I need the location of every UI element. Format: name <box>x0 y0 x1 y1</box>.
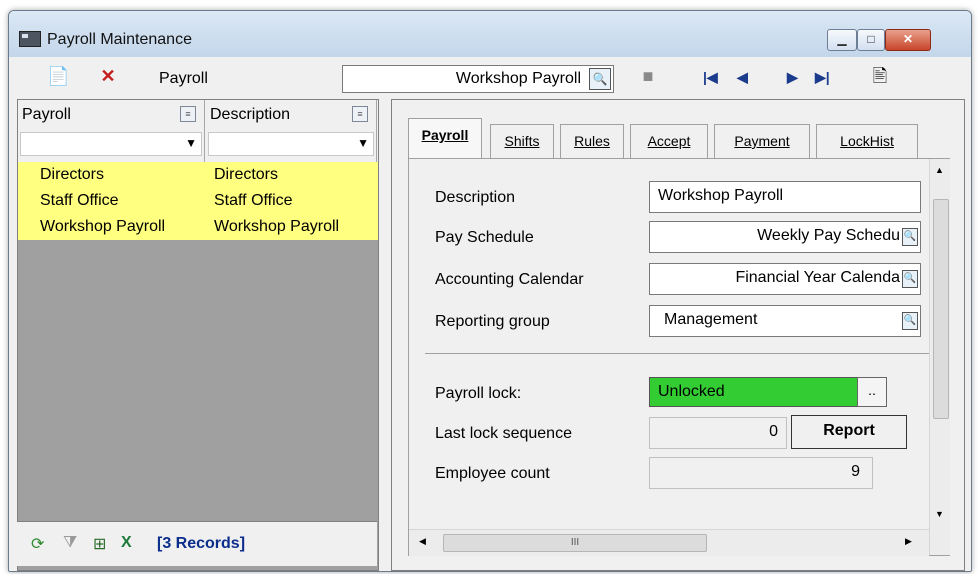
reporting-group-field[interactable]: Management 🔍 <box>649 305 921 337</box>
next-record-icon[interactable]: ▶ <box>787 69 798 86</box>
previous-record-icon[interactable]: ◀ <box>737 69 748 86</box>
payroll-lock-value: Unlocked <box>658 383 725 400</box>
description-filter[interactable]: ▼ <box>208 132 374 156</box>
excel-export-icon[interactable]: X <box>121 534 132 552</box>
row-payroll: Directors <box>40 166 105 183</box>
row-payroll: Staff Office <box>40 192 119 209</box>
close-window-button[interactable]: ✕ <box>885 29 931 51</box>
scroll-down-icon[interactable]: ▼ <box>935 509 944 519</box>
filter-icon[interactable]: ⧩ <box>63 534 77 552</box>
save-icon[interactable]: ■ <box>637 65 659 87</box>
report-icon[interactable]: 🖹 <box>869 65 891 87</box>
column-description[interactable]: Description ≡ ▼ <box>206 100 377 162</box>
app-icon <box>19 31 41 47</box>
delete-icon[interactable]: ✕ <box>97 65 119 87</box>
payroll-detail-pane: Payroll Shifts Rules Accept Payment Lock… <box>391 99 965 571</box>
title-bar: Payroll Maintenance ▁ □ ✕ <box>9 11 971 57</box>
payroll-selector-value: Workshop Payroll <box>455 70 581 87</box>
divider <box>425 353 931 354</box>
tab-accept[interactable]: Accept <box>630 124 708 159</box>
tab-shifts[interactable]: Shifts <box>490 124 554 159</box>
payroll-lock-button[interactable]: .. <box>857 377 887 407</box>
pay-schedule-label: Pay Schedule <box>435 229 534 246</box>
minimize-button[interactable]: ▁ <box>827 29 857 51</box>
tab-lockhist[interactable]: LockHist <box>816 124 918 159</box>
table-row[interactable]: Staff Office Staff Office <box>18 188 378 214</box>
lookup-icon[interactable]: 🔍 <box>902 228 918 246</box>
employee-count-value: 9 <box>851 463 860 480</box>
hierarchy-icon[interactable]: ⊞ <box>93 534 106 554</box>
horizontal-scrollbar[interactable]: ◀ III ▶ <box>409 529 929 556</box>
chevron-down-icon[interactable]: ▼ <box>185 136 197 150</box>
column-description-label: Description <box>210 106 291 123</box>
row-payroll: Workshop Payroll <box>40 218 166 235</box>
reporting-group-label: Reporting group <box>435 313 550 330</box>
tab-payment[interactable]: Payment <box>714 124 810 159</box>
row-description: Directors <box>214 166 279 183</box>
accounting-calendar-label: Accounting Calendar <box>435 271 584 288</box>
lookup-icon[interactable]: 🔍 <box>589 68 611 90</box>
last-record-icon[interactable]: ▶| <box>815 69 830 86</box>
payroll-tab-panel: Description Workshop Payroll Pay Schedul… <box>408 158 950 556</box>
column-options-icon[interactable]: ≡ <box>180 106 196 122</box>
maximize-button[interactable]: □ <box>857 29 885 51</box>
horizontal-scroll-thumb[interactable]: III <box>443 534 707 552</box>
employee-count-label: Employee count <box>435 465 550 482</box>
toolbar: 📄 ✕ Payroll Workshop Payroll 🔍 ■ |◀ ◀ ▶ … <box>9 57 971 97</box>
scroll-left-icon[interactable]: ◀ <box>419 536 426 547</box>
table-row[interactable]: Workshop Payroll Workshop Payroll <box>18 214 378 240</box>
description-label: Description <box>435 189 516 206</box>
payroll-selector[interactable]: Workshop Payroll 🔍 <box>342 65 614 93</box>
scroll-up-icon[interactable]: ▲ <box>935 165 944 175</box>
vertical-scrollbar[interactable]: ▲ ▼ <box>929 159 950 555</box>
vertical-scroll-thumb[interactable] <box>933 199 949 419</box>
grid-status-bar: ⟳ ⧩ ⊞ X [3 Records] <box>17 521 377 566</box>
table-row[interactable]: Directors Directors <box>18 162 378 188</box>
new-record-icon[interactable]: 📄 <box>47 65 69 87</box>
refresh-icon[interactable]: ⟳ <box>31 534 44 554</box>
accounting-calendar-value: Financial Year Calenda <box>735 269 900 286</box>
employee-count-field: 9 <box>649 457 873 489</box>
reporting-group-value: Management <box>664 311 758 328</box>
pay-schedule-field[interactable]: Weekly Pay Schedu 🔍 <box>649 221 921 253</box>
payroll-lock-label: Payroll lock: <box>435 385 522 402</box>
lookup-icon[interactable]: 🔍 <box>902 270 918 288</box>
chevron-down-icon[interactable]: ▼ <box>357 136 369 150</box>
accounting-calendar-field[interactable]: Financial Year Calenda 🔍 <box>649 263 921 295</box>
scroll-right-icon[interactable]: ▶ <box>905 536 912 547</box>
tab-rules[interactable]: Rules <box>560 124 624 159</box>
grid-rows: Directors Directors Staff Office Staff O… <box>18 162 378 240</box>
column-options-icon[interactable]: ≡ <box>352 106 368 122</box>
row-description: Workshop Payroll <box>214 218 340 235</box>
payroll-filter[interactable]: ▼ <box>20 132 202 156</box>
toolbar-payroll-label: Payroll <box>159 70 208 87</box>
column-payroll-label: Payroll <box>22 106 71 123</box>
payroll-maintenance-window: Payroll Maintenance ▁ □ ✕ 📄 ✕ Payroll Wo… <box>8 10 972 572</box>
column-payroll[interactable]: Payroll ≡ ▼ <box>18 100 205 162</box>
tab-payroll[interactable]: Payroll <box>408 118 482 161</box>
payroll-lock-status: Unlocked <box>649 377 871 407</box>
record-count: [3 Records] <box>157 535 246 552</box>
last-lock-sequence-label: Last lock sequence <box>435 425 572 442</box>
last-lock-sequence-value: 0 <box>769 423 778 440</box>
last-lock-sequence-field: 0 <box>649 417 787 449</box>
grid-header: Payroll ≡ ▼ Description ≡ ▼ <box>18 100 378 162</box>
window-title: Payroll Maintenance <box>47 31 192 48</box>
report-button[interactable]: Report <box>791 415 907 449</box>
first-record-icon[interactable]: |◀ <box>703 69 718 86</box>
lookup-icon[interactable]: 🔍 <box>902 312 918 330</box>
payroll-list-grid: Payroll ≡ ▼ Description ≡ ▼ Directors Di… <box>17 99 379 571</box>
description-field[interactable]: Workshop Payroll <box>649 181 921 213</box>
description-value: Workshop Payroll <box>658 187 784 204</box>
pay-schedule-value: Weekly Pay Schedu <box>757 227 900 244</box>
row-description: Staff Office <box>214 192 293 209</box>
